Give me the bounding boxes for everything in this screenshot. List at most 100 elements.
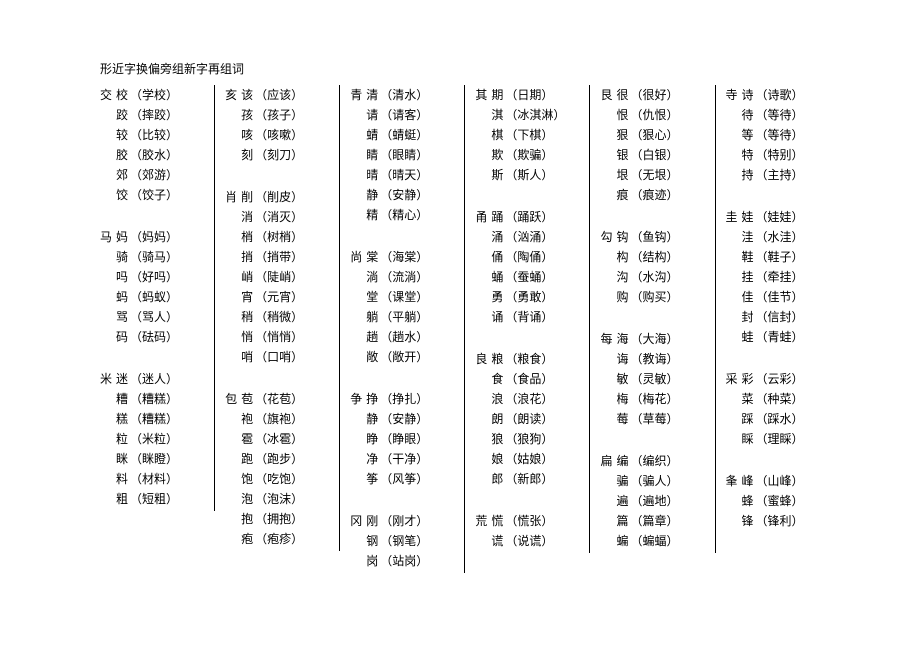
entry-row: 尚趟（趟水） (350, 327, 454, 347)
example-word: （钢笔） (380, 531, 428, 551)
radical-char: 甬 (475, 207, 489, 227)
derived-char: 刚 (366, 511, 380, 531)
derived-char: 峭 (241, 267, 255, 287)
example-word: （胶水） (130, 145, 178, 165)
entry-row: 甬勇（勇敢） (475, 287, 579, 307)
example-word: （吃饱） (255, 469, 303, 489)
entry-row: 肖消（消灭） (225, 207, 329, 227)
entry-row: 包抱（拥抱） (225, 509, 329, 529)
entry-row: 艮痕（痕迹） (600, 185, 704, 205)
derived-char: 趟 (366, 327, 380, 347)
radical-group: 包苞（花苞）包袍（旗袍）包雹（冰雹）包跑（跑步）包饱（吃饱）包泡（泡沫）包抱（拥… (225, 389, 329, 549)
entry-row: 扁篇（篇章） (600, 511, 704, 531)
entry-row: 争筝（风筝） (350, 469, 454, 489)
entry-row: 青蜻（蜻蜓） (350, 125, 454, 145)
radical-group: 采彩（云彩）采菜（种菜）采踩（踩水）采睬（理睬） (726, 369, 840, 449)
derived-char: 淌 (366, 267, 380, 287)
example-word: （刻刀） (255, 145, 303, 165)
example-word: （稍微） (255, 307, 303, 327)
example-word: （特别） (756, 145, 804, 165)
radical-group: 荒慌（慌张）荒谎（说谎） (475, 511, 579, 551)
example-word: （郊游） (130, 165, 178, 185)
entry-row: 尚躺（平躺） (350, 307, 454, 327)
example-word: （很好） (630, 85, 678, 105)
entry-row: 肖峭（陡峭） (225, 267, 329, 287)
derived-char: 特 (742, 145, 756, 165)
derived-char: 沟 (616, 267, 630, 287)
example-word: （冰淇淋） (505, 105, 565, 125)
derived-char: 莓 (616, 409, 630, 429)
derived-char: 梢 (241, 227, 255, 247)
example-word: （砝码） (130, 327, 178, 347)
derived-char: 斯 (491, 165, 505, 185)
entry-row: 包雹（冰雹） (225, 429, 329, 449)
example-word: （斯人） (505, 165, 553, 185)
entry-row: 采踩（踩水） (726, 409, 840, 429)
spacer (350, 227, 454, 247)
entry-row: 米迷（迷人） (100, 369, 204, 389)
derived-char: 踩 (742, 409, 756, 429)
spacer (726, 451, 840, 471)
derived-char: 码 (116, 327, 130, 347)
derived-char: 静 (366, 185, 380, 205)
derived-char: 娃 (742, 207, 756, 227)
derived-char: 鞋 (742, 247, 756, 267)
example-word: （背诵） (505, 307, 553, 327)
example-word: （汹涌） (505, 227, 553, 247)
derived-char: 待 (742, 105, 756, 125)
entry-row: 肖悄（悄悄） (225, 327, 329, 347)
entry-row: 圭佳（佳节） (726, 287, 840, 307)
derived-char: 蜂 (742, 491, 756, 511)
example-word: （好吗） (130, 267, 178, 287)
example-word: （鱼钩） (630, 227, 678, 247)
entry-row: 包疱（疱疹） (225, 529, 329, 549)
derived-char: 遍 (616, 491, 630, 511)
derived-char: 岗 (366, 551, 380, 571)
derived-char: 净 (366, 449, 380, 469)
derived-char: 勇 (491, 287, 505, 307)
example-word: （树梢） (255, 227, 303, 247)
example-word: （骂人） (130, 307, 178, 327)
example-word: （蜜蜂） (756, 491, 804, 511)
example-word: （削皮） (255, 187, 303, 207)
derived-char: 请 (366, 105, 380, 125)
example-word: （陡峭） (255, 267, 303, 287)
example-word: （糟糕） (130, 389, 178, 409)
radical-char: 良 (475, 349, 489, 369)
entry-row: 交跤（摔跤） (100, 105, 204, 125)
radical-group: 青清（清水）青请（请客）青蜻（蜻蜓）青睛（眼睛）青晴（晴天）青静（安静）青精（精… (350, 85, 454, 225)
radical-group: 圭娃（娃娃）圭洼（水洼）圭鞋（鞋子）圭挂（牵挂）圭佳（佳节）圭封（信封）圭蛙（青… (726, 207, 840, 347)
radical-group: 亥该（应该）亥孩（孩子）亥咳（咳嗽）亥刻（刻刀） (225, 85, 329, 165)
derived-char: 晴 (366, 165, 380, 185)
entry-row: 寺持（主持） (726, 165, 840, 185)
entry-row: 寺等（等待） (726, 125, 840, 145)
example-word: （平躺） (380, 307, 428, 327)
derived-char: 食 (491, 369, 505, 389)
example-word: （摔跤） (130, 105, 178, 125)
entry-row: 夆锋（锋利） (726, 511, 840, 531)
radical-group: 勾钩（鱼钩）勾构（结构）勾沟（水沟）勾购（购买） (600, 227, 704, 307)
radical-group: 寺诗（诗歌）寺待（等待）寺等（等待）寺特（特别）寺持（主持） (726, 85, 840, 185)
radical-char: 寺 (726, 85, 740, 105)
derived-char: 妈 (116, 227, 130, 247)
entry-row: 艮垠（无垠） (600, 165, 704, 185)
radical-group: 争挣（挣扎）争静（安静）争睁（睁眼）争净（干净）争筝（风筝） (350, 389, 454, 489)
example-word: （安静） (380, 409, 428, 429)
entry-row: 肖捎（捎带） (225, 247, 329, 267)
entry-row: 交较（比较） (100, 125, 204, 145)
entry-row: 包袍（旗袍） (225, 409, 329, 429)
entry-row: 圭蛙（青蛙） (726, 327, 840, 347)
derived-char: 很 (616, 85, 630, 105)
derived-char: 欺 (491, 145, 505, 165)
derived-char: 眯 (116, 449, 130, 469)
derived-char: 抱 (241, 509, 255, 529)
example-word: （鞋子） (756, 247, 804, 267)
derived-char: 孩 (241, 105, 255, 125)
radical-group: 冈刚（刚才）冈钢（钢笔）冈岗（站岗） (350, 511, 454, 571)
entry-row: 争净（干净） (350, 449, 454, 469)
derived-char: 梅 (616, 389, 630, 409)
derived-char: 该 (241, 85, 255, 105)
radical-char: 采 (726, 369, 740, 389)
entry-row: 尚淌（流淌） (350, 267, 454, 287)
derived-char: 痕 (616, 185, 630, 205)
